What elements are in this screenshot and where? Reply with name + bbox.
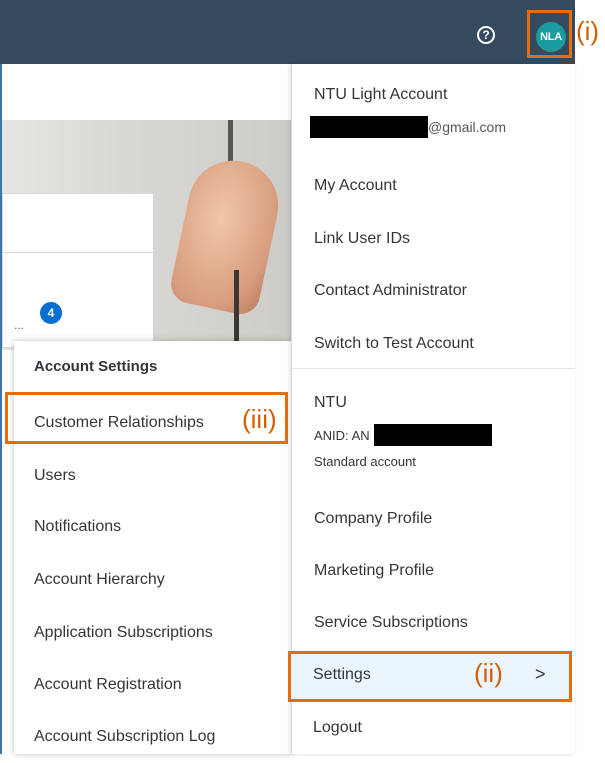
menu-separator <box>292 368 575 369</box>
email-suffix: @gmail.com <box>428 119 507 135</box>
menu-item-users[interactable]: Users <box>14 450 292 502</box>
org-name: NTU <box>314 394 347 411</box>
lamp-pole-bottom <box>234 270 239 350</box>
help-icon[interactable]: ? <box>477 26 495 44</box>
window-border-left <box>0 64 2 754</box>
account-settings-title: Account Settings <box>34 358 158 375</box>
menu-item-account-hierarchy[interactable]: Account Hierarchy <box>14 554 292 606</box>
account-type: Standard account <box>314 454 416 469</box>
menu-item-account-subscription-log[interactable]: Account Subscription Log <box>14 711 292 763</box>
menu-item-logout[interactable]: Logout <box>313 719 362 737</box>
menu-item-marketing-profile[interactable]: Marketing Profile <box>314 562 434 580</box>
menu-item-contact-administrator[interactable]: Contact Administrator <box>314 282 467 300</box>
callout-label-iii: (iii) <box>242 404 277 434</box>
redacted-email <box>310 116 428 138</box>
menu-item-service-subscriptions[interactable]: Service Subscriptions <box>314 614 468 632</box>
notification-badge[interactable]: 4 <box>38 300 64 326</box>
menu-item-company-profile[interactable]: Company Profile <box>314 510 432 528</box>
redacted-anid <box>374 424 492 446</box>
content-panel-lower <box>2 253 154 348</box>
content-panel <box>2 193 154 253</box>
menu-item-switch-test-account[interactable]: Switch to Test Account <box>314 335 474 353</box>
account-name: NTU Light Account <box>314 86 448 103</box>
menu-item-link-user-ids[interactable]: Link User IDs <box>314 230 410 248</box>
menu-item-account-registration[interactable]: Account Registration <box>14 659 292 711</box>
anid-label: ANID: AN <box>314 428 370 443</box>
lamp-shade <box>167 152 287 318</box>
menu-item-application-subscriptions[interactable]: Application Subscriptions <box>14 607 292 659</box>
screenshot-frame: ? NLA (i) ... 4 Account Settings Custome… <box>0 0 605 754</box>
menu-item-my-account[interactable]: My Account <box>314 177 397 195</box>
menu-item-notifications[interactable]: Notifications <box>14 501 292 553</box>
overflow-dots: ... <box>14 318 25 332</box>
callout-box-ii <box>288 651 572 702</box>
callout-label-i: (i) <box>576 16 600 46</box>
callout-box-i <box>527 10 572 58</box>
